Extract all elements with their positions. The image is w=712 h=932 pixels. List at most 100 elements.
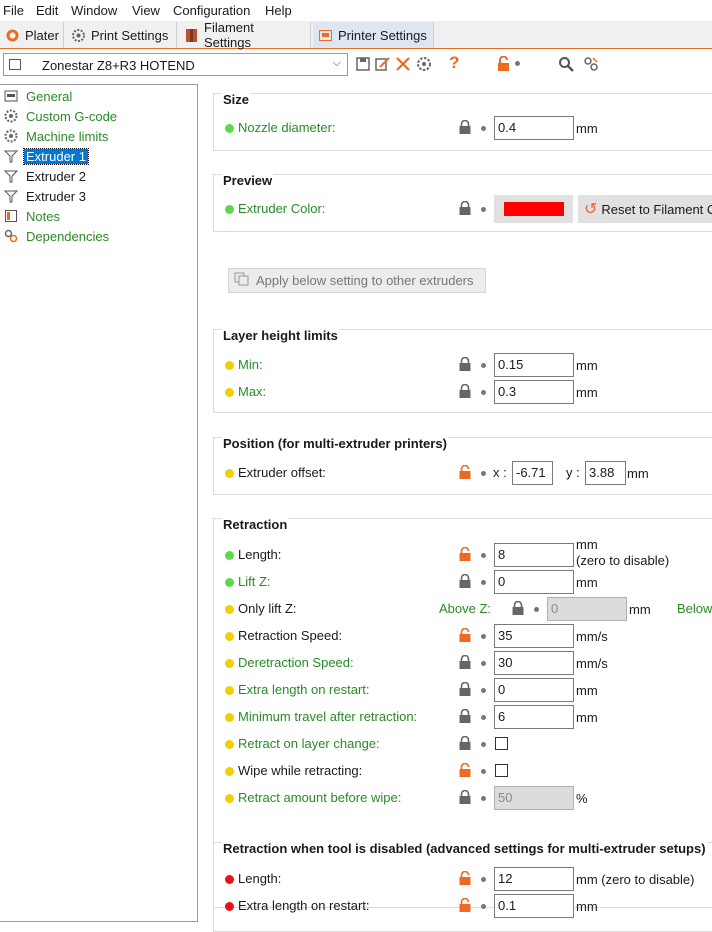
menu-edit[interactable]: Edit bbox=[36, 3, 58, 18]
lock-icon[interactable] bbox=[459, 356, 471, 371]
preset-select[interactable]: Zonestar Z8+R3 HOTEND ⌵ bbox=[3, 53, 348, 76]
rename-icon[interactable] bbox=[374, 56, 390, 72]
min-layer-height-input[interactable]: 0.15 bbox=[494, 353, 574, 377]
delete-icon[interactable] bbox=[395, 56, 411, 72]
retraction-speed-input[interactable]: 35 bbox=[494, 624, 574, 648]
bullet-icon bbox=[481, 207, 486, 212]
lock-icon[interactable] bbox=[459, 119, 471, 134]
option-label: Only lift Z: bbox=[238, 601, 297, 616]
lock-icon[interactable] bbox=[459, 383, 471, 398]
toolchange-retraction-group: Retraction when tool is disabled (advanc… bbox=[213, 841, 712, 932]
extruder-color-picker[interactable] bbox=[494, 195, 573, 223]
extruder-offset-row: Extruder offset: x : -6.71 y : 3.88 mm bbox=[214, 461, 712, 485]
menu-help[interactable]: Help bbox=[265, 3, 292, 18]
bullet-icon bbox=[515, 61, 520, 66]
option-label: Length: bbox=[238, 871, 282, 886]
status-dot bbox=[225, 551, 234, 560]
retraction-length-row: Length: 8 mm (zero to disable) bbox=[214, 537, 712, 568]
above-z-input[interactable]: 0 bbox=[547, 597, 627, 621]
bullet-icon bbox=[481, 796, 486, 801]
settings-sidebar: General Custom G-code Machine limits Ext… bbox=[0, 84, 198, 922]
nozzle-diameter-input[interactable]: 0.4 bbox=[494, 116, 574, 140]
mode-icon[interactable] bbox=[583, 56, 599, 72]
menu-window[interactable]: Window bbox=[71, 3, 117, 18]
lock-icon[interactable] bbox=[512, 600, 524, 615]
status-dot bbox=[225, 388, 234, 397]
compare-gear-icon[interactable] bbox=[416, 56, 432, 72]
status-dot bbox=[225, 632, 234, 641]
lift-z-input[interactable]: 0 bbox=[494, 570, 574, 594]
unlock-icon[interactable] bbox=[459, 870, 471, 885]
reset-color-label: Reset to Filament C bbox=[601, 201, 712, 217]
extra-length-row: Extra length on restart: 0 mm bbox=[214, 678, 712, 702]
sidebar-item-extruder-2[interactable]: Extruder 2 bbox=[3, 167, 88, 185]
offset-x-input[interactable]: -6.71 bbox=[512, 461, 553, 485]
lock-icon[interactable] bbox=[496, 55, 512, 72]
menu-view[interactable]: View bbox=[132, 3, 160, 18]
save-icon[interactable] bbox=[355, 56, 371, 72]
sidebar-item-dependencies[interactable]: Dependencies bbox=[4, 227, 111, 245]
printer-icon bbox=[4, 89, 18, 103]
tab-plater[interactable]: Plater bbox=[0, 22, 64, 48]
preset-name: Zonestar Z8+R3 HOTEND bbox=[42, 58, 195, 73]
unlock-icon[interactable] bbox=[459, 627, 471, 642]
menu-configuration[interactable]: Configuration bbox=[173, 3, 250, 18]
plater-icon bbox=[6, 29, 19, 42]
tab-filament-settings[interactable]: Filament Settings bbox=[179, 20, 311, 50]
lock-icon[interactable] bbox=[459, 200, 471, 215]
lock-icon[interactable] bbox=[459, 573, 471, 588]
x-label: x : bbox=[493, 465, 507, 480]
search-icon[interactable] bbox=[558, 56, 574, 72]
only-lift-z-row: Only lift Z: Above Z: 0 mm Below bbox=[214, 597, 712, 621]
sidebar-item-extruder-1[interactable]: Extruder 1 bbox=[3, 147, 89, 165]
unlock-icon[interactable] bbox=[459, 897, 471, 912]
sidebar-item-label: General bbox=[26, 88, 73, 104]
unit-label: mm bbox=[576, 385, 598, 400]
sidebar-item-label: Extruder 2 bbox=[26, 168, 86, 184]
bullet-icon bbox=[481, 877, 486, 882]
tab-bar: Plater Print Settings Filament Settings … bbox=[0, 20, 712, 50]
unlock-icon[interactable] bbox=[459, 546, 471, 561]
extra-length-input[interactable]: 0 bbox=[494, 678, 574, 702]
unlock-icon[interactable] bbox=[459, 762, 471, 777]
help-icon[interactable]: ? bbox=[449, 53, 465, 72]
lock-icon[interactable] bbox=[459, 681, 471, 696]
sidebar-item-custom-gcode[interactable]: Custom G-code bbox=[4, 107, 119, 125]
deretraction-speed-input[interactable]: 30 bbox=[494, 651, 574, 675]
offset-y-input[interactable]: 3.88 bbox=[585, 461, 626, 485]
retract-layer-change-checkbox[interactable] bbox=[495, 737, 508, 750]
max-layer-height-input[interactable]: 0.3 bbox=[494, 380, 574, 404]
lock-icon[interactable] bbox=[459, 654, 471, 669]
retraction-length-input[interactable]: 8 bbox=[494, 543, 574, 567]
sidebar-item-machine-limits[interactable]: Machine limits bbox=[4, 127, 110, 145]
status-dot bbox=[225, 875, 234, 884]
sidebar-item-general[interactable]: General bbox=[4, 87, 74, 105]
option-label: Extruder offset: bbox=[238, 465, 326, 480]
lock-icon[interactable] bbox=[459, 708, 471, 723]
unlock-icon[interactable] bbox=[459, 464, 471, 479]
lock-icon[interactable] bbox=[459, 735, 471, 750]
tab-print-settings[interactable]: Print Settings bbox=[66, 22, 177, 48]
option-label: Wipe while retracting: bbox=[238, 763, 363, 778]
bullet-icon bbox=[481, 742, 486, 747]
unit-label: mm bbox=[627, 466, 649, 481]
sidebar-item-extruder-3[interactable]: Extruder 3 bbox=[3, 187, 88, 205]
size-group: Size Nozzle diameter: 0.4 mm bbox=[213, 92, 712, 151]
toolchange-extra-input[interactable]: 0.1 bbox=[494, 894, 574, 918]
bullet-icon bbox=[481, 688, 486, 693]
option-label: Min: bbox=[238, 357, 263, 372]
toolchange-length-input[interactable]: 12 bbox=[494, 867, 574, 891]
apply-to-other-extruders-button[interactable]: Apply below setting to other extruders bbox=[228, 268, 486, 293]
reset-color-button[interactable]: ↺ Reset to Filament C bbox=[578, 195, 712, 223]
status-dot bbox=[225, 794, 234, 803]
unit-label: mm/s bbox=[576, 656, 608, 671]
minimum-travel-input[interactable]: 6 bbox=[494, 705, 574, 729]
tab-printer-settings[interactable]: Printer Settings bbox=[313, 22, 434, 48]
wipe-checkbox[interactable] bbox=[495, 764, 508, 777]
retract-before-wipe-input[interactable]: 50 bbox=[494, 786, 574, 810]
sidebar-item-notes[interactable]: Notes bbox=[4, 207, 62, 225]
status-dot bbox=[225, 469, 234, 478]
bullet-icon bbox=[481, 904, 486, 909]
lock-icon[interactable] bbox=[459, 789, 471, 804]
menu-file[interactable]: File bbox=[3, 3, 24, 18]
